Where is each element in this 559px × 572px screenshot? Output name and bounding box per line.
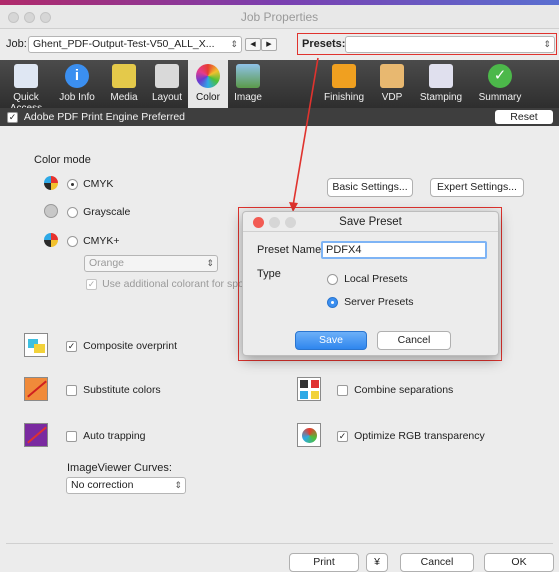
local-presets-label: Local Presets: [344, 273, 408, 285]
type-label: Type: [257, 268, 281, 280]
preset-name-input[interactable]: PDFX4: [321, 241, 487, 259]
arrow-line: [292, 57, 319, 207]
dialog-cancel-button[interactable]: Cancel: [377, 331, 451, 350]
dialog-title-bar: Save Preset: [243, 212, 498, 232]
server-presets-row[interactable]: Server Presets: [327, 296, 414, 308]
server-presets-label: Server Presets: [344, 296, 414, 308]
dialog-minimize-button[interactable]: [269, 217, 280, 228]
server-presets-radio[interactable]: [327, 296, 338, 308]
dialog-save-button[interactable]: Save: [295, 331, 367, 350]
dialog-close-button[interactable]: [253, 217, 264, 228]
local-presets-row[interactable]: Local Presets: [327, 273, 408, 285]
dialog-zoom-button[interactable]: [285, 217, 296, 228]
local-presets-radio[interactable]: [327, 273, 338, 285]
save-preset-dialog: Save Preset Preset Name PDFX4 Type Local…: [242, 211, 499, 356]
dialog-title: Save Preset: [339, 216, 402, 228]
preset-name-label: Preset Name: [257, 244, 322, 256]
